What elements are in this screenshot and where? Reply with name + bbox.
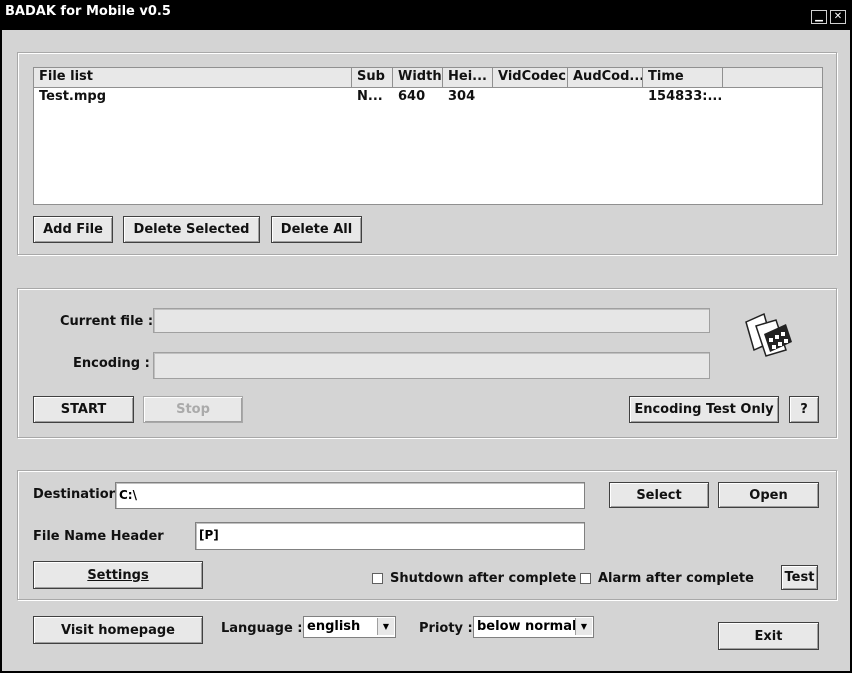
encoding-test-only-button[interactable]: Encoding Test Only: [629, 396, 779, 423]
shutdown-label: Shutdown after complete: [390, 571, 577, 586]
cell-sub: N...: [357, 89, 383, 104]
priority-label: Prioty :: [419, 621, 473, 636]
exit-button[interactable]: Exit: [718, 622, 819, 650]
window-title: BADAK for Mobile v0.5: [5, 4, 171, 19]
delete-selected-button[interactable]: Delete Selected: [123, 216, 260, 243]
cell-time: 154833:...: [648, 89, 723, 104]
shutdown-checkbox[interactable]: [372, 573, 383, 584]
alarm-checkbox[interactable]: [580, 573, 591, 584]
delete-all-button[interactable]: Delete All: [271, 216, 362, 243]
destination-input[interactable]: C:\: [115, 482, 585, 509]
title-bar[interactable]: BADAK for Mobile v0.5 ▁ ✕: [0, 0, 852, 30]
start-button[interactable]: START: [33, 396, 134, 423]
priority-select[interactable]: below normal ▼: [473, 616, 594, 638]
stop-button[interactable]: Stop: [143, 396, 243, 423]
column-header-sub[interactable]: Sub: [352, 68, 393, 87]
column-header-height[interactable]: Hei...: [443, 68, 493, 87]
column-header-width[interactable]: Width: [393, 68, 443, 87]
close-button[interactable]: ✕: [830, 10, 846, 24]
test-button[interactable]: Test: [781, 565, 818, 590]
column-header-audcodec[interactable]: AudCod...: [568, 68, 643, 87]
client-area: File list Sub Width Hei... VidCodec AudC…: [2, 30, 850, 671]
column-header-blank: [723, 68, 822, 87]
language-select[interactable]: english ▼: [303, 616, 396, 638]
table-row[interactable]: Test.mpg N... 640 304 154833:...: [34, 88, 822, 106]
cell-height: 304: [448, 89, 476, 104]
chevron-down-icon[interactable]: ▼: [575, 618, 592, 635]
cell-audcodec: [568, 88, 643, 106]
select-button[interactable]: Select: [609, 482, 709, 508]
file-name-header-input[interactable]: [P]: [195, 522, 585, 550]
cell-width: 640: [398, 89, 426, 104]
current-file-field: [153, 308, 710, 333]
cell-vidcodec: [493, 88, 568, 106]
cell-file: Test.mpg: [39, 89, 107, 104]
settings-button[interactable]: Settings: [33, 561, 203, 589]
column-header-time[interactable]: Time: [643, 68, 723, 87]
language-label: Language :: [221, 621, 303, 636]
visit-homepage-button[interactable]: Visit homepage: [33, 616, 203, 644]
help-button[interactable]: ?: [789, 396, 819, 423]
current-file-label: Current file :: [60, 314, 154, 329]
column-header-vidcodec[interactable]: VidCodec: [493, 68, 568, 87]
column-header-file[interactable]: File list: [34, 68, 352, 87]
file-name-header-label: File Name Header: [33, 529, 164, 544]
minimize-button[interactable]: ▁: [811, 10, 827, 24]
add-file-button[interactable]: Add File: [33, 216, 113, 243]
destination-label: Destinatior: [33, 487, 116, 502]
encoding-label: Encoding :: [73, 356, 150, 371]
encoding-progress-field: [153, 352, 710, 379]
priority-value: below normal: [477, 619, 577, 634]
language-value: english: [307, 619, 361, 634]
alarm-label: Alarm after complete: [598, 571, 754, 586]
file-list-header: File list Sub Width Hei... VidCodec AudC…: [34, 68, 822, 88]
app-window: BADAK for Mobile v0.5 ▁ ✕ File list Sub …: [0, 0, 852, 673]
film-reel-icon: [742, 312, 794, 360]
file-list-view[interactable]: File list Sub Width Hei... VidCodec AudC…: [33, 67, 823, 205]
chevron-down-icon[interactable]: ▼: [377, 618, 394, 635]
open-button[interactable]: Open: [718, 482, 819, 508]
